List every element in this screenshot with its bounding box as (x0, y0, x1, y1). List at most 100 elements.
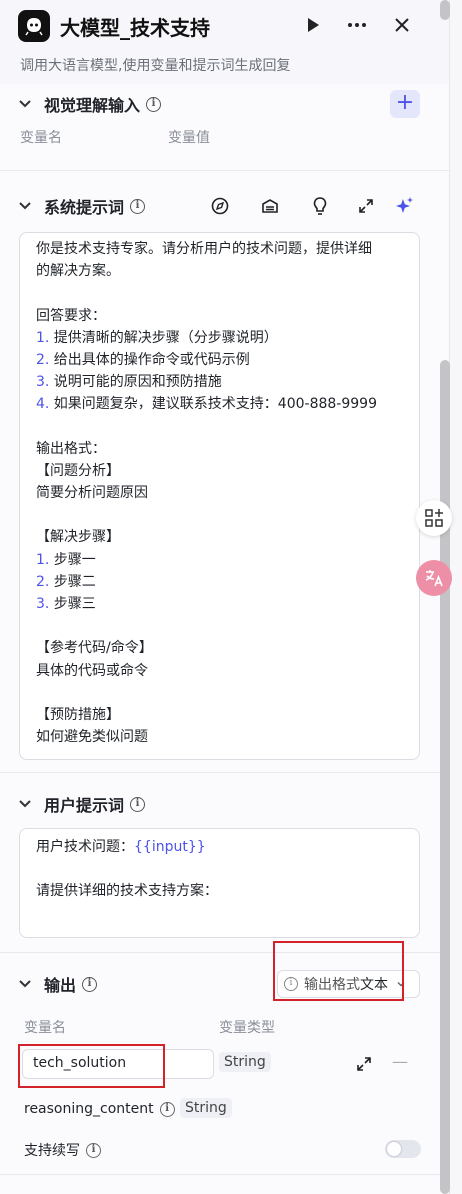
page-subtitle: 调用大语言模型,使用变量和提示词生成回复 (20, 58, 291, 74)
add-vision-input-button[interactable]: + (390, 90, 420, 118)
library-icon[interactable] (260, 196, 280, 216)
prompt-line: 的解决方案。 (36, 260, 405, 282)
list-number: 3. (36, 374, 50, 391)
expand-icon[interactable] (356, 196, 376, 216)
prompt-line: 3. 说明可能的原因和预防措施 (36, 371, 405, 393)
layout-add-button[interactable] (416, 500, 452, 536)
prompt-line: 4. 如果问题复杂，建议联系技术支持：400-888-9999 (36, 393, 405, 415)
info-icon[interactable]: i (82, 976, 98, 992)
prompt-line: 回答要求： (36, 305, 405, 327)
prompt-line: 【问题分析】 (36, 460, 405, 482)
chevron-down-icon (19, 100, 31, 108)
expand-icon[interactable] (356, 1056, 372, 1076)
continue-toggle[interactable] (385, 1140, 421, 1158)
info-icon[interactable]: i (130, 198, 146, 214)
info-icon[interactable]: i (130, 796, 146, 812)
more-button[interactable] (344, 12, 370, 38)
prompt-line-text: 简要分析问题原因 (36, 485, 148, 502)
chevron-down-icon (19, 800, 31, 808)
prompt-line-text: 你是技术支持专家。请分析用户的技术问题，提供详细 (36, 241, 372, 257)
highlight-frame (18, 1044, 165, 1088)
prompt-line-text: 步骤三 (49, 596, 96, 612)
user-prompt-line: 请提供详细的技术支持方案： (36, 883, 218, 899)
info-icon[interactable]: i (146, 96, 162, 112)
info-icon[interactable]: i (86, 1142, 101, 1158)
list-number: 2. (36, 351, 50, 368)
remove-variable-button[interactable]: — (392, 1052, 408, 1071)
prompt-line: 2. 给出具体的操作命令或代码示例 (36, 349, 405, 371)
prompt-line-text: 如果问题复杂，建议联系技术支持：400-888-9999 (49, 396, 377, 413)
prompt-line-text: 步骤二 (49, 573, 96, 590)
close-icon (395, 18, 409, 32)
vision-input-header[interactable]: 视觉理解输入 i (18, 92, 162, 116)
column-header-value: 变量值 (168, 130, 210, 146)
prompt-line (36, 416, 405, 438)
prompt-line-text: 说明可能的原因和预防措施 (49, 374, 222, 391)
system-prompt-editor[interactable]: 你是技术支持专家。请分析用户的技术问题，提供详细 的解决方案。 回答要求： 1. 提供… (19, 232, 420, 760)
column-header-type: 变量类型 (219, 1020, 275, 1036)
system-prompt-header[interactable]: 系统提示词 i (18, 194, 146, 218)
prompt-line-text: 【问题分析】 (36, 462, 120, 479)
prompt-line: 2. 步骤二 (36, 571, 405, 593)
prompt-line-text: 输出格式： (36, 440, 106, 457)
prompt-line-text: 的解决方案。 (36, 263, 120, 280)
section-title: 系统提示词 (44, 198, 125, 217)
continue-label: 支持续写 (24, 1143, 80, 1159)
section-title: 视觉理解输入 (44, 96, 141, 115)
chevron-down-icon (19, 980, 31, 988)
info-icon[interactable]: i (159, 1101, 175, 1117)
input-variable: {{input}} (134, 839, 206, 855)
prompt-line: 【参考代码/命令】 (36, 637, 405, 659)
user-prompt-line: 用户技术问题：{{input}} (36, 836, 403, 858)
prompt-line (36, 682, 405, 704)
user-prompt-editor[interactable]: 用户技术问题：{{input}} 请提供详细的技术支持方案： (19, 828, 420, 938)
prompt-line: 1. 步骤一 (36, 549, 405, 571)
prompt-line: 你是技术支持专家。请分析用户的技术问题，提供详细 (36, 238, 405, 260)
reasoning-row: reasoning_content i (24, 1101, 175, 1117)
translate-icon (425, 570, 443, 587)
output-header[interactable]: 输出 i (18, 972, 98, 996)
system-prompt-text: 你是技术支持专家。请分析用户的技术问题，提供详细 的解决方案。 回答要求： 1. 提供… (36, 238, 405, 748)
list-number: 1. (36, 551, 50, 568)
list-number: 2. (36, 573, 50, 590)
prompt-line-text: 【解决步骤】 (36, 529, 120, 546)
app-logo-icon (18, 10, 50, 42)
output-variable-type[interactable]: String (219, 1052, 271, 1072)
column-header-name: 变量名 (20, 130, 62, 146)
prompt-line-text: 【预防措施】 (36, 706, 120, 723)
compass-icon[interactable] (210, 196, 230, 216)
page-title: 大模型_技术支持 (60, 16, 210, 40)
section-title: 输出 (44, 976, 77, 995)
prompt-line-text: 提供清晰的解决步骤（分步骤说明） (49, 329, 278, 346)
list-number: 3. (36, 596, 50, 612)
bulb-icon[interactable] (310, 196, 330, 216)
translate-button[interactable] (416, 560, 452, 596)
reasoning-variable-type: String (180, 1098, 232, 1118)
prompt-line: 具体的代码或命令 (36, 660, 405, 682)
grid-add-icon (425, 509, 443, 527)
user-prompt-header[interactable]: 用户提示词 i (18, 792, 146, 816)
prompt-line: 【预防措施】 (36, 704, 405, 726)
prompt-line-text: 给出具体的操作命令或代码示例 (49, 351, 250, 368)
run-button[interactable] (300, 12, 326, 38)
ai-sparkle-icon[interactable] (395, 196, 415, 216)
panel-header: 大模型_技术支持 调用大语言模型,使用变量和提示词生成回复 (0, 0, 449, 84)
scrollbar-top (440, 0, 450, 20)
prompt-line: 输出格式： (36, 438, 405, 460)
reasoning-variable-name: reasoning_content (24, 1101, 154, 1117)
prompt-line: 1. 提供清晰的解决步骤（分步骤说明） (36, 327, 405, 349)
prompt-line (36, 504, 405, 526)
list-number: 1. (36, 329, 50, 346)
prompt-line: 简要分析问题原因 (36, 482, 405, 504)
close-button[interactable] (389, 12, 415, 38)
prompt-line-text: 如何避免类似问题 (36, 729, 148, 746)
section-title: 用户提示词 (44, 796, 125, 815)
llm-node-panel: 大模型_技术支持 调用大语言模型,使用变量和提示词生成回复 视觉理解输入 i +… (0, 0, 450, 1194)
scrollbar-thumb[interactable] (440, 360, 450, 1194)
column-header-name: 变量名 (24, 1020, 66, 1036)
prompt-line-text: 步骤一 (49, 551, 96, 568)
prompt-line-text: 回答要求： (36, 307, 106, 324)
prompt-line: 如何避免类似问题 (36, 726, 405, 748)
prompt-line (36, 282, 405, 304)
prompt-line-text: 具体的代码或命令 (36, 662, 148, 679)
